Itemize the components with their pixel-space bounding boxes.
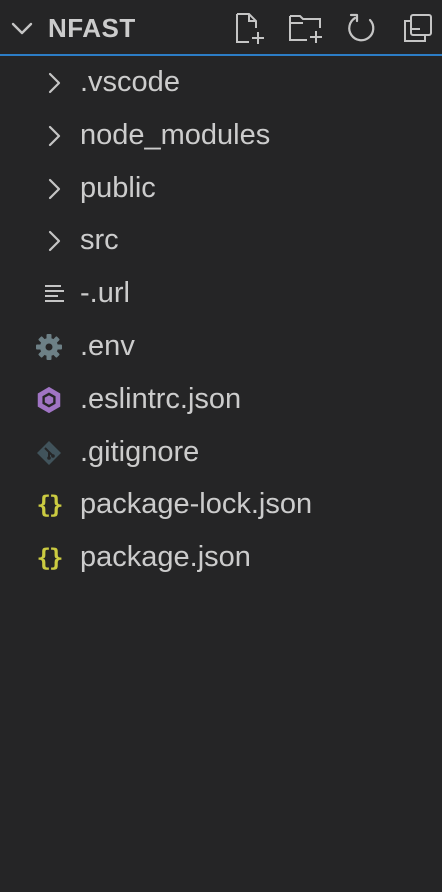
- tree-item-folder[interactable]: node_modules: [0, 109, 442, 162]
- refresh-icon: [348, 13, 375, 42]
- tree-item-label: src: [80, 224, 119, 256]
- tree-item-label: -.url: [80, 277, 130, 309]
- git-icon: [34, 438, 64, 468]
- chevron-right-icon: [40, 174, 70, 204]
- tree-item-folder[interactable]: .vscode: [0, 56, 442, 109]
- tree-item-label: .vscode: [80, 66, 180, 98]
- tree-item-label: package.json: [80, 541, 251, 573]
- tree-item-label: .gitignore: [80, 436, 200, 468]
- json-braces-icon: {}: [36, 544, 64, 572]
- tree-item-file[interactable]: -.url: [0, 267, 442, 320]
- tree-item-label: .env: [80, 330, 135, 362]
- tree-item-label: node_modules: [80, 119, 271, 151]
- chevron-right-icon: [40, 121, 70, 151]
- tree-item-file[interactable]: {} package.json: [0, 531, 442, 584]
- explorer-panel: NFAST .vscode node_modules public src -.…: [0, 0, 442, 892]
- chevron-right-icon: [40, 226, 70, 256]
- text-lines-icon: [40, 279, 70, 309]
- refresh-button[interactable]: [342, 8, 382, 48]
- explorer-title: NFAST: [48, 13, 136, 43]
- tree-item-label: .eslintrc.json: [80, 383, 242, 415]
- tree-item-file[interactable]: {} package-lock.json: [0, 478, 442, 531]
- tree-item-file[interactable]: .gitignore: [0, 426, 442, 479]
- new-folder-button[interactable]: [286, 8, 326, 48]
- explorer-header[interactable]: NFAST: [0, 0, 442, 56]
- gear-icon: [34, 332, 64, 362]
- tree-item-file[interactable]: .eslintrc.json: [0, 373, 442, 426]
- chevron-down-icon[interactable]: [8, 14, 36, 42]
- json-braces-icon: {}: [36, 491, 64, 519]
- collapse-all-button[interactable]: [398, 8, 438, 48]
- chevron-right-icon: [40, 68, 70, 98]
- tree-item-label: public: [80, 172, 156, 204]
- collapse-all-icon: [404, 14, 432, 42]
- new-file-icon: [236, 13, 264, 44]
- new-file-button[interactable]: [229, 8, 269, 48]
- new-folder-icon: [289, 15, 322, 43]
- eslint-icon: [34, 385, 64, 415]
- tree-item-label: package-lock.json: [80, 488, 313, 520]
- tree-item-folder[interactable]: src: [0, 214, 442, 267]
- tree-item-file[interactable]: .env: [0, 320, 442, 373]
- tree-item-folder[interactable]: public: [0, 162, 442, 215]
